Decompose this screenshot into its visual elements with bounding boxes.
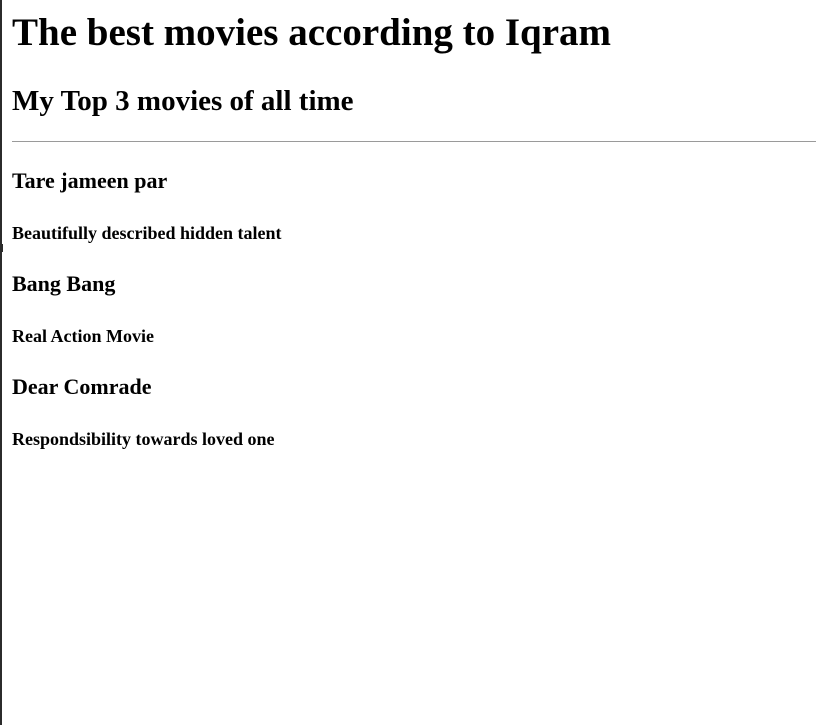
movie-description: Respondsibility towards loved one — [12, 429, 275, 449]
movie-title: Dear Comrade — [12, 374, 152, 399]
movie-title: Bang Bang — [12, 271, 116, 296]
movie-description: Real Action Movie — [12, 326, 154, 346]
horizontal-divider — [12, 141, 816, 142]
movie-description: Beautifully described hidden talent — [12, 223, 282, 243]
page-title: The best movies according to Iqram — [12, 11, 612, 54]
movie-title: Tare jameen par — [12, 168, 168, 193]
window-left-border-notch — [2, 244, 3, 252]
browser-viewport: The best movies according to Iqram My To… — [0, 0, 825, 725]
page-subtitle: My Top 3 movies of all time — [12, 85, 354, 117]
window-left-border — [0, 0, 2, 725]
